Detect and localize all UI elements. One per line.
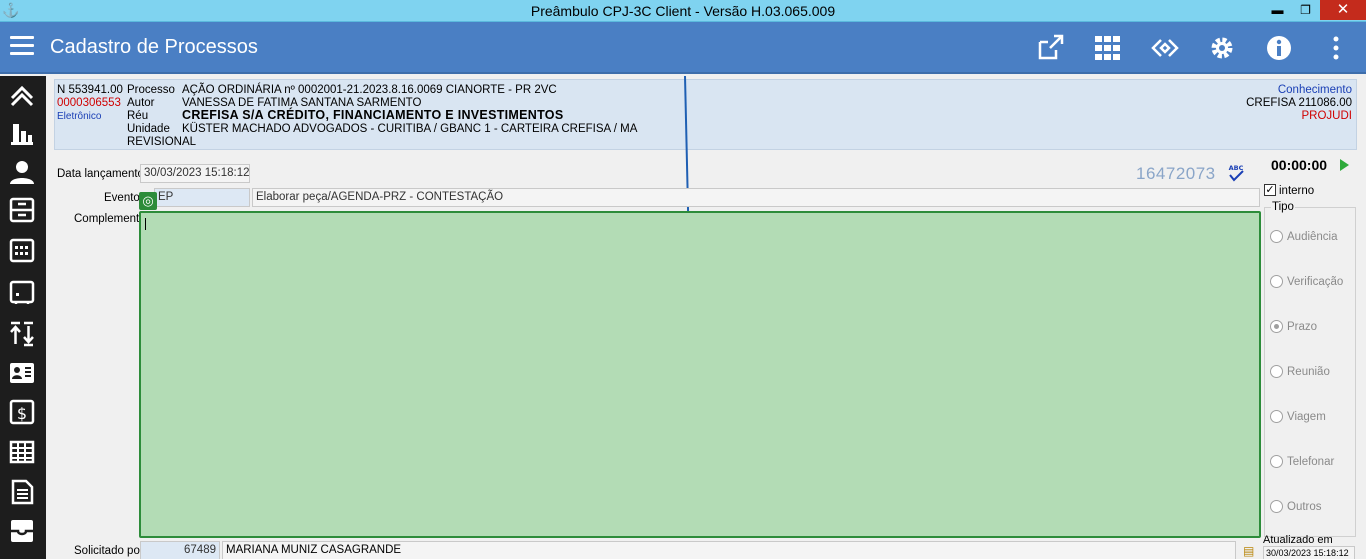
tipo-radio-viagem[interactable] [1270, 410, 1283, 423]
tipo-radio-verificacao[interactable] [1270, 275, 1283, 288]
process-code[interactable]: 0000306553 [57, 97, 121, 110]
solicitado-code-field[interactable]: 67489 [140, 541, 220, 559]
process-info-panel: N 553941.00 Processo AÇÃO ORDINÁRIA nº 0… [54, 79, 1357, 150]
restore-button[interactable]: ❐ [1292, 0, 1319, 20]
tipo-label-telefonar: Telefonar [1287, 456, 1335, 468]
sidebar: $ [0, 76, 46, 559]
sort-arrows-icon[interactable] [8, 320, 36, 348]
crefisa-label: CREFISA 211086.00 [1246, 97, 1352, 109]
wallet-icon[interactable] [8, 278, 36, 306]
minimize-button[interactable]: ▬ [1264, 0, 1291, 20]
evento-label: Evento [104, 192, 140, 204]
complemento-label: Complemento [74, 213, 146, 225]
tipo-label-reuniao: Reunião [1287, 366, 1330, 378]
window-title: Preâmbulo CPJ-3C Client - Versão H.03.06… [530, 3, 836, 19]
reu-label: Réu [127, 110, 149, 122]
processo-value: AÇÃO ORDINÁRIA nº 0002001-21.2023.8.16.0… [182, 84, 557, 96]
unidade-value: KÜSTER MACHADO ADVOGADOS - CURITIBA / GB… [182, 123, 638, 135]
conhecimento-link[interactable]: Conhecimento [1278, 84, 1352, 97]
table-icon[interactable] [8, 438, 36, 466]
record-number: 16472073 [1136, 164, 1216, 183]
close-button[interactable]: ✕ [1320, 0, 1366, 20]
solicitado-label: Solicitado por [74, 545, 144, 557]
interno-checkbox[interactable]: ✓ [1264, 184, 1276, 196]
id-card-icon[interactable] [8, 359, 36, 387]
app-window: ⚓ Preâmbulo CPJ-3C Client - Versão H.03.… [0, 0, 1366, 559]
tipo-radio-telefonar[interactable] [1270, 455, 1283, 468]
tipo-label-audiencia: Audiência [1287, 231, 1338, 243]
tipo-radio-outros[interactable] [1270, 500, 1283, 513]
process-number: N 553941.00 [57, 84, 123, 96]
evento-code-field[interactable]: EP [154, 188, 250, 207]
dollar-icon[interactable]: $ [8, 398, 36, 426]
solicitado-name-field[interactable]: MARIANA MUNIZ CASAGRANDE [222, 541, 1236, 559]
tipo-label: Tipo [1271, 201, 1295, 213]
inbox-icon[interactable] [8, 517, 36, 545]
tipo-label-prazo: Prazo [1287, 321, 1318, 333]
reu-value: CREFISA S/A CRÉDITO, FINANCIAMENTO E INV… [182, 108, 564, 122]
page-title: Cadastro de Processos [50, 36, 258, 58]
grid-apps-icon[interactable] [1094, 34, 1122, 62]
atualizado-field: 30/03/2023 15:18:12 [1263, 546, 1355, 559]
calendar-icon[interactable] [8, 236, 36, 264]
person-icon[interactable] [8, 158, 36, 186]
data-lancamento-field[interactable]: 30/03/2023 15:18:12 [140, 164, 250, 183]
eletronico-label: Eletrônico [57, 111, 102, 122]
notes-icon[interactable]: ▤ [1243, 544, 1254, 558]
app-header: Cadastro de Processos [0, 22, 1366, 74]
unidade-label: Unidade [127, 123, 170, 135]
info-icon[interactable] [1265, 34, 1293, 62]
text-caret [145, 218, 146, 230]
tipo-radio-audiencia[interactable] [1270, 230, 1283, 243]
atualizado-label: Atualizado em [1263, 534, 1333, 546]
external-link-icon[interactable] [1036, 34, 1064, 62]
more-vertical-icon[interactable] [1322, 34, 1350, 62]
title-bar: ⚓ Preâmbulo CPJ-3C Client - Versão H.03.… [0, 0, 1366, 22]
collapse-up-icon[interactable] [8, 82, 36, 110]
bar-chart-icon[interactable] [8, 120, 36, 148]
document-icon[interactable] [8, 478, 36, 506]
gear-icon[interactable] [1208, 34, 1236, 62]
tipo-label-verificacao: Verificação [1287, 276, 1344, 288]
data-lancamento-label: Data lançamento [57, 168, 144, 180]
interno-label: interno [1279, 185, 1315, 197]
evento-description-field[interactable]: Elaborar peça/AGENDA-PRZ - CONTESTAÇÃO [252, 188, 1260, 207]
timer-display: 00:00:00 [1271, 157, 1328, 173]
tipo-label-viagem: Viagem [1287, 411, 1326, 423]
target-icon[interactable]: ◎ [139, 192, 157, 210]
autor-label: Autor [127, 97, 155, 109]
revisional-label: REVISIONAL [127, 136, 197, 148]
spellcheck-label: ABC [1229, 164, 1244, 172]
tipo-radio-prazo[interactable] [1270, 320, 1283, 333]
hamburger-menu-icon[interactable] [10, 36, 34, 58]
archive-icon[interactable] [8, 196, 36, 224]
spellcheck-icon[interactable]: ABC [1226, 163, 1246, 183]
svg-text:$: $ [17, 404, 27, 423]
projudi-label: PROJUDI [1301, 110, 1352, 122]
tipo-radio-reuniao[interactable] [1270, 365, 1283, 378]
tipo-label-outros: Outros [1287, 501, 1322, 513]
processo-label: Processo [127, 84, 175, 96]
code-diamond-icon[interactable] [1151, 34, 1179, 62]
play-icon[interactable] [1340, 159, 1349, 171]
complemento-textarea[interactable] [139, 211, 1261, 538]
